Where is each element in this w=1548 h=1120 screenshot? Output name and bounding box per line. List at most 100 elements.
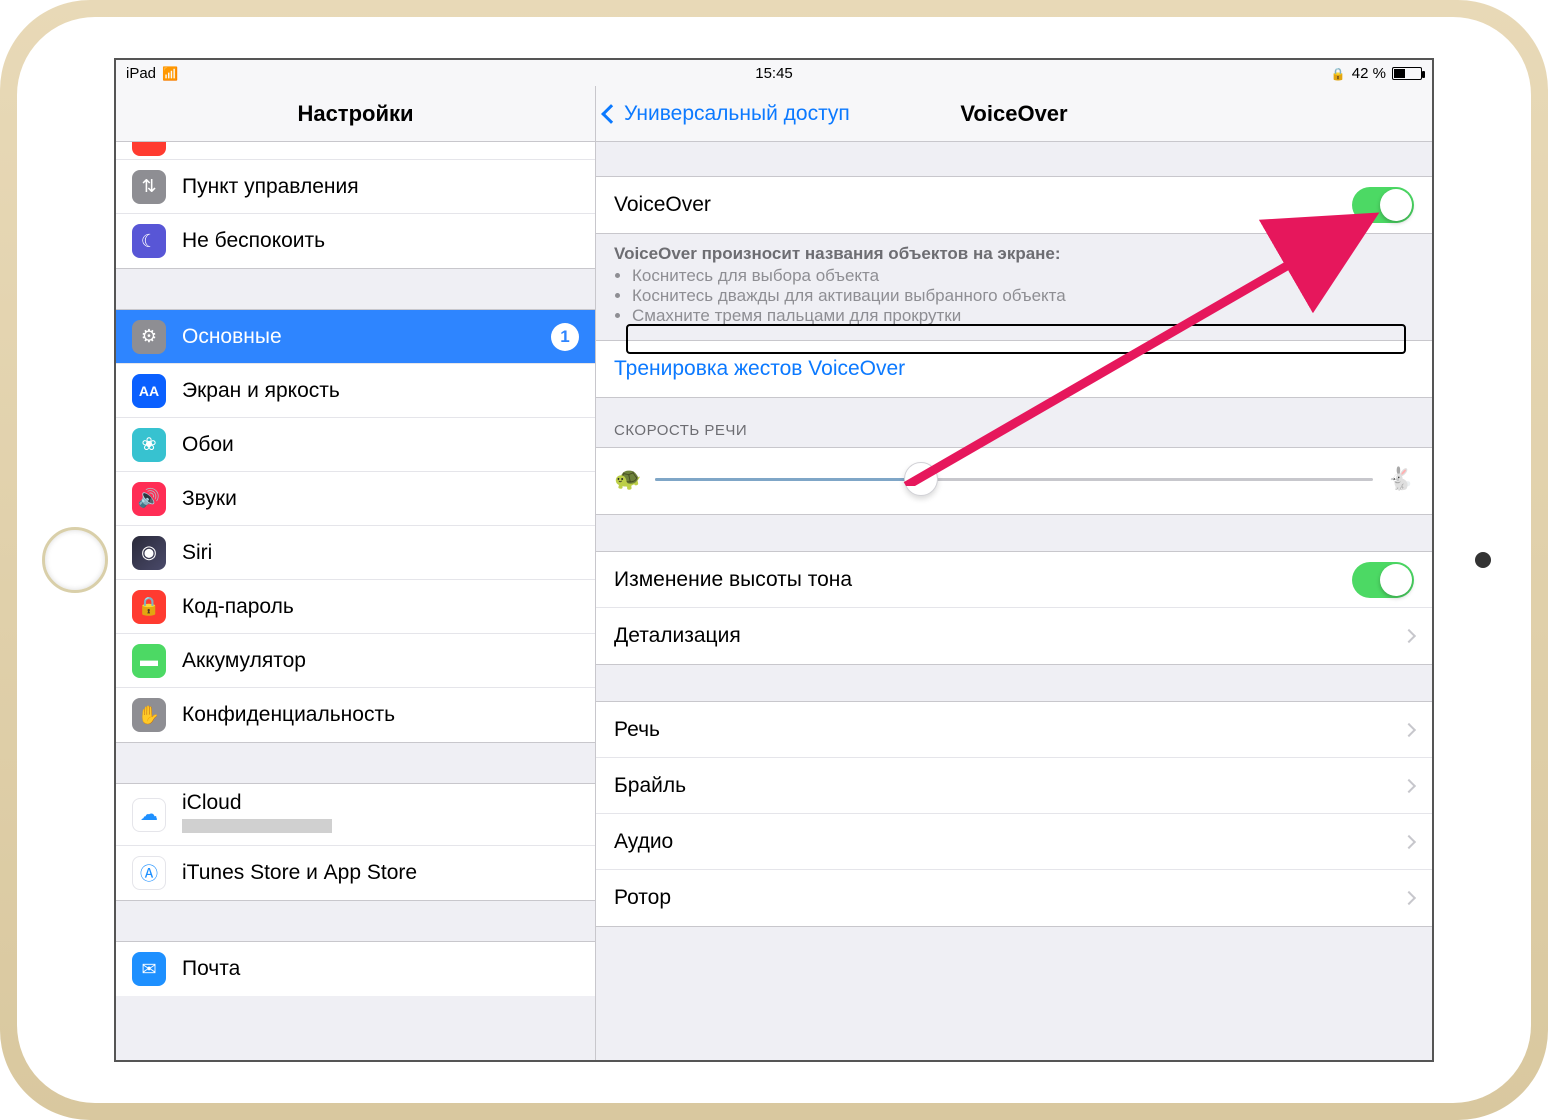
sidebar-item-siri[interactable]: ◉ Siri: [116, 526, 595, 580]
speech-row[interactable]: Речь: [596, 702, 1432, 758]
desc-item: Коснитесь для выбора объекта: [632, 266, 1414, 286]
page-title: VoiceOver: [960, 101, 1067, 127]
device-bezel: iPad 15:45 42 % Настройки: [17, 17, 1531, 1103]
detail-header: Универсальный доступ VoiceOver: [596, 86, 1432, 142]
battery-icon: ▬: [132, 644, 166, 678]
front-camera: [1475, 552, 1491, 568]
sidebar-item-battery[interactable]: ▬ Аккумулятор: [116, 634, 595, 688]
mail-icon: ✉: [132, 952, 166, 986]
speaking-rate-slider[interactable]: 🐢 🐇: [596, 448, 1432, 514]
sidebar-item-clipped[interactable]: [116, 142, 595, 160]
audio-row[interactable]: Аудио: [596, 814, 1432, 870]
settings-sidebar: Настройки ⇅ Пункт управления ☾ Не беспок…: [116, 86, 596, 1060]
screen: iPad 15:45 42 % Настройки: [114, 58, 1434, 1062]
turtle-icon: 🐢: [614, 466, 641, 492]
sidebar-group-2: ⚙ Основные 1 AA Экран и яркость ❀ Обои: [116, 309, 595, 743]
sidebar-item-label: Почта: [182, 957, 579, 981]
voiceover-toggle-row[interactable]: VoiceOver: [596, 177, 1432, 233]
slider-track[interactable]: [655, 478, 1372, 481]
speaker-icon: 🔊: [132, 482, 166, 516]
sidebar-group-1: ⇅ Пункт управления ☾ Не беспокоить: [116, 142, 595, 269]
practice-label: Тренировка жестов VoiceOver: [614, 357, 1414, 381]
desc-title: VoiceOver произносит названия объектов н…: [614, 244, 1414, 264]
voiceover-label: VoiceOver: [614, 193, 1352, 217]
sidebar-item-wallpaper[interactable]: ❀ Обои: [116, 418, 595, 472]
siri-icon: ◉: [132, 536, 166, 570]
device-frame: iPad 15:45 42 % Настройки: [0, 0, 1548, 1120]
voiceover-toggle[interactable]: [1352, 187, 1414, 223]
device-label: iPad: [126, 65, 156, 82]
display-icon: AA: [132, 374, 166, 408]
sidebar-item-display[interactable]: AA Экран и яркость: [116, 364, 595, 418]
cloud-icon: ☁: [132, 798, 166, 832]
wallpaper-icon: ❀: [132, 428, 166, 462]
sidebar-item-label: Основные: [182, 325, 551, 349]
sidebar-item-label: iCloud: [182, 791, 579, 815]
sidebar-item-icloud[interactable]: ☁ iCloud: [116, 784, 595, 846]
sidebar-item-label: Не беспокоить: [182, 229, 579, 253]
verbosity-label: Детализация: [614, 624, 1404, 648]
row-label: Аудио: [614, 830, 1404, 854]
chevron-left-icon: [601, 104, 621, 124]
row-label: Ротор: [614, 886, 1404, 910]
sidebar-item-label: Обои: [182, 433, 579, 457]
sidebar-item-itunes[interactable]: Ⓐ iTunes Store и App Store: [116, 846, 595, 900]
sidebar-item-sounds[interactable]: 🔊 Звуки: [116, 472, 595, 526]
sidebar-title: Настройки: [116, 86, 595, 142]
voiceover-description: VoiceOver произносит названия объектов н…: [596, 234, 1432, 340]
detail-pane: Универсальный доступ VoiceOver VoiceOver: [596, 86, 1432, 1060]
row-label: Речь: [614, 718, 1404, 742]
verbosity-row[interactable]: Детализация: [596, 608, 1432, 664]
pitch-toggle-row[interactable]: Изменение высоты тона: [596, 552, 1432, 608]
braille-row[interactable]: Брайль: [596, 758, 1432, 814]
control-icon: ⇅: [132, 170, 166, 204]
desc-item: Коснитесь дважды для активации выбранног…: [632, 286, 1414, 306]
sidebar-group-3: ☁ iCloud Ⓐ iTunes Store и App Store: [116, 783, 595, 901]
appstore-icon: Ⓐ: [132, 856, 166, 890]
lock-icon: 🔒: [132, 590, 166, 624]
sidebar-item-mail[interactable]: ✉ Почта: [116, 942, 595, 996]
sidebar-item-label: Экран и яркость: [182, 379, 579, 403]
wifi-icon: [162, 65, 178, 82]
status-bar: iPad 15:45 42 %: [116, 60, 1432, 86]
pitch-label: Изменение высоты тона: [614, 568, 1352, 592]
pitch-toggle[interactable]: [1352, 562, 1414, 598]
chevron-right-icon: [1402, 891, 1416, 905]
detail-body: VoiceOver VoiceOver произносит названия …: [596, 142, 1432, 1060]
gear-icon: ⚙: [132, 320, 166, 354]
practice-gestures-row[interactable]: Тренировка жестов VoiceOver: [596, 341, 1432, 397]
battery-percentage: 42 %: [1352, 65, 1386, 82]
chevron-right-icon: [1402, 778, 1416, 792]
sidebar-item-general[interactable]: ⚙ Основные 1: [116, 310, 595, 364]
sidebar-item-label: Звуки: [182, 487, 579, 511]
rabbit-icon: 🐇: [1387, 466, 1414, 492]
sidebar-item-label: iTunes Store и App Store: [182, 861, 579, 885]
sidebar-item-label: Siri: [182, 541, 579, 565]
sidebar-item-label: Конфиденциальность: [182, 703, 579, 727]
hand-icon: ✋: [132, 698, 166, 732]
orientation-lock-icon: [1331, 65, 1346, 82]
sidebar-item-dnd[interactable]: ☾ Не беспокоить: [116, 214, 595, 268]
sidebar-item-control-center[interactable]: ⇅ Пункт управления: [116, 160, 595, 214]
clock: 15:45: [755, 65, 793, 82]
sidebar-group-4: ✉ Почта: [116, 941, 595, 996]
home-button[interactable]: [42, 527, 108, 593]
sidebar-item-label: Аккумулятор: [182, 649, 579, 673]
back-button[interactable]: Универсальный доступ: [604, 86, 850, 142]
sidebar-item-privacy[interactable]: ✋ Конфиденциальность: [116, 688, 595, 742]
rotor-row[interactable]: Ротор: [596, 870, 1432, 926]
moon-icon: ☾: [132, 224, 166, 258]
notification-badge: 1: [551, 323, 579, 351]
chevron-right-icon: [1402, 722, 1416, 736]
battery-icon: [1392, 67, 1422, 80]
back-label: Универсальный доступ: [624, 102, 850, 126]
slider-thumb[interactable]: [904, 462, 938, 496]
icloud-account-redacted: [182, 819, 332, 833]
sidebar-item-label: Код-пароль: [182, 595, 579, 619]
sidebar-item-label: Пункт управления: [182, 175, 579, 199]
row-label: Брайль: [614, 774, 1404, 798]
chevron-right-icon: [1402, 629, 1416, 643]
chevron-right-icon: [1402, 834, 1416, 848]
sidebar-item-passcode[interactable]: 🔒 Код-пароль: [116, 580, 595, 634]
desc-item: Смахните тремя пальцами для прокрутки: [632, 306, 1414, 326]
